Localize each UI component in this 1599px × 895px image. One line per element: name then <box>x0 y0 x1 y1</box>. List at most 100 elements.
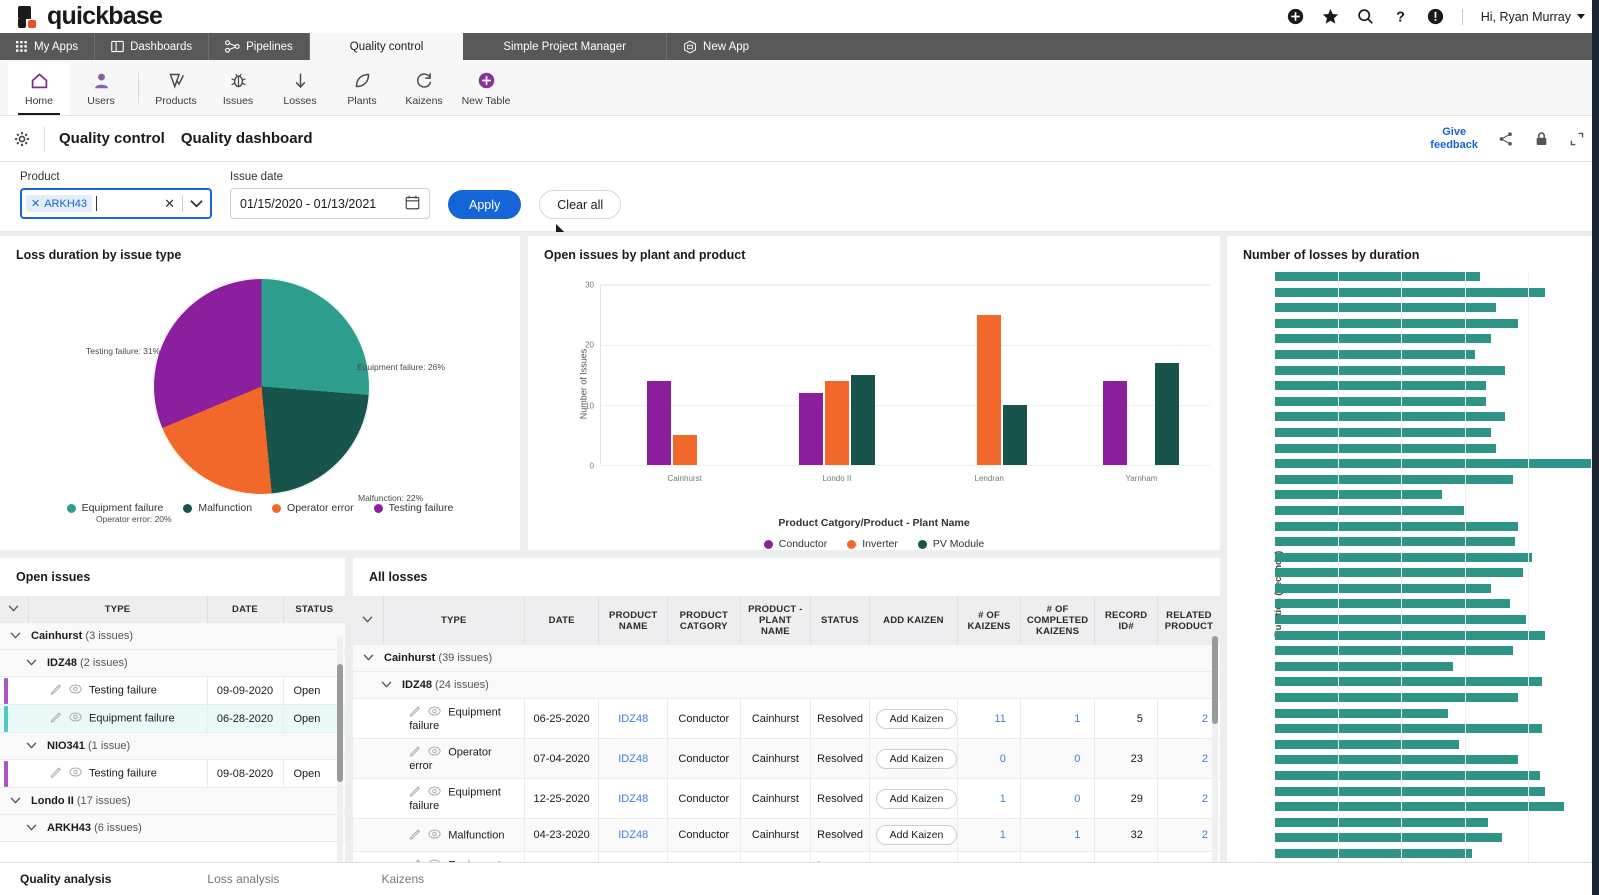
legend-item-inverter[interactable]: Inverter <box>847 538 898 550</box>
hbar-fill[interactable] <box>1275 522 1518 531</box>
bar-inverter[interactable] <box>977 315 1001 465</box>
hbar-fill[interactable] <box>1275 412 1505 421</box>
app-tab-pipelines[interactable]: Pipelines <box>209 33 310 60</box>
all-losses-col-related-product[interactable]: RELATED PRODUCT <box>1157 596 1220 645</box>
open-issues-col-status[interactable]: STATUS <box>283 596 345 623</box>
table-group-row[interactable]: Cainhurst (3 issues) <box>0 623 345 650</box>
view-icon[interactable] <box>428 785 441 800</box>
hbar-fill[interactable] <box>1275 475 1513 484</box>
expand-all-header[interactable] <box>0 596 28 623</box>
table-nav-users[interactable]: Users <box>70 63 132 115</box>
product-name-link[interactable]: IDZ48 <box>618 793 648 805</box>
hbar-fill[interactable] <box>1275 459 1591 468</box>
hbar-fill[interactable] <box>1275 818 1488 827</box>
view-icon[interactable] <box>428 828 441 843</box>
bar-conductor[interactable] <box>799 393 823 465</box>
hbar-fill[interactable] <box>1275 272 1480 281</box>
table-row[interactable]: Testing failure09-09-2020Open <box>0 677 345 705</box>
table-nav-plants[interactable]: Plants <box>331 63 393 115</box>
add-kaizen-button[interactable]: Add Kaizen <box>876 825 958 845</box>
bar-plot-area[interactable]: 0102030CainhurstLondo IILendranYarnham <box>600 284 1210 465</box>
edit-icon[interactable] <box>50 711 62 726</box>
hbar-fill[interactable] <box>1275 677 1542 686</box>
table-row[interactable]: Equipment failure06-25-2020IDZ48Conducto… <box>353 699 1220 739</box>
bar-pv-module[interactable] <box>851 375 875 465</box>
legend-item-testing-failure[interactable]: Testing failure <box>374 502 454 514</box>
footer-tab-kaizens[interactable]: Kaizens <box>299 872 444 886</box>
bar-pv-module[interactable] <box>1155 363 1179 465</box>
legend-item-malfunction[interactable]: Malfunction <box>183 502 252 514</box>
hbar-fill[interactable] <box>1275 490 1442 499</box>
hbar-fill[interactable] <box>1275 537 1515 546</box>
gear-icon[interactable] <box>14 131 30 147</box>
view-icon[interactable] <box>69 711 82 726</box>
view-icon[interactable] <box>69 683 82 698</box>
table-row[interactable]: Operator error07-04-2020IDZ48ConductorCa… <box>353 739 1220 779</box>
hbar-fill[interactable] <box>1275 646 1513 655</box>
hbar-fill[interactable] <box>1275 381 1486 390</box>
search-icon[interactable] <box>1357 8 1374 25</box>
num-completed-kaizens-link[interactable]: 0 <box>1074 793 1080 805</box>
clear-all-button[interactable]: Clear all <box>539 190 621 219</box>
hbar-fill[interactable] <box>1275 662 1453 671</box>
hbar-fill[interactable] <box>1275 397 1486 406</box>
table-group-row[interactable]: Cainhurst (39 issues) <box>353 645 1220 672</box>
add-kaizen-button[interactable]: Add Kaizen <box>876 789 958 809</box>
hbar-fill[interactable] <box>1275 709 1448 718</box>
chevron-down-icon[interactable] <box>190 195 203 213</box>
table-group-row[interactable]: Londo II (17 issues) <box>0 788 345 815</box>
hbar-fill[interactable] <box>1275 802 1564 811</box>
footer-tab-quality-analysis[interactable]: Quality analysis <box>0 872 131 886</box>
all-losses-col-product-catgory[interactable]: PRODUCT CATGORY <box>668 596 741 645</box>
hbar-fill[interactable] <box>1275 833 1502 842</box>
bar-conductor[interactable] <box>1103 381 1127 465</box>
product-name-link[interactable]: IDZ48 <box>618 713 648 725</box>
bar-conductor[interactable] <box>647 381 671 465</box>
date-range-input[interactable]: 01/15/2020 - 01/13/2021 <box>230 188 430 219</box>
alert-icon[interactable] <box>1427 8 1444 25</box>
legend-item-equipment-failure[interactable]: Equipment failure <box>67 502 164 514</box>
add-circle-icon[interactable] <box>1287 8 1304 25</box>
all-losses-col-record-id[interactable]: RECORD ID# <box>1095 596 1158 645</box>
all-losses-col-type[interactable]: TYPE <box>383 596 524 645</box>
hbar-fill[interactable] <box>1275 771 1540 780</box>
all-losses-col-add-kaizen[interactable]: ADD KAIZEN <box>869 596 958 645</box>
hbar-fill[interactable] <box>1275 288 1545 297</box>
chevron-down-icon[interactable] <box>26 740 37 752</box>
num-completed-kaizens-link[interactable]: 1 <box>1074 829 1080 841</box>
hbar-fill[interactable] <box>1275 787 1545 796</box>
table-group-row[interactable]: NIO341 (1 issue) <box>0 733 345 760</box>
edit-icon[interactable] <box>50 766 62 781</box>
num-kaizens-link[interactable]: 1 <box>1000 793 1006 805</box>
help-icon[interactable]: ? <box>1392 8 1409 25</box>
legend-item-operator-error[interactable]: Operator error <box>272 502 354 514</box>
hbar-fill[interactable] <box>1275 319 1518 328</box>
table-nav-home[interactable]: Home <box>8 63 70 115</box>
edit-icon[interactable] <box>409 745 421 760</box>
open-issues-col-date[interactable]: DATE <box>207 596 283 623</box>
all-losses-col-product-name[interactable]: PRODUCT NAME <box>599 596 668 645</box>
scrollbar-thumb[interactable] <box>1212 636 1218 724</box>
all-losses-col-num-completed-kaizens[interactable]: # OF COMPLETED KAIZENS <box>1020 596 1095 645</box>
hbar-fill[interactable] <box>1275 849 1472 858</box>
num-kaizens-link[interactable]: 11 <box>994 713 1005 725</box>
view-icon[interactable] <box>69 766 82 781</box>
bar-inverter[interactable] <box>825 381 849 465</box>
legend-item-pv-module[interactable]: PV Module <box>918 538 984 550</box>
hbar-fill[interactable] <box>1275 693 1518 702</box>
all-losses-col-product-plant-name[interactable]: PRODUCT - PLANT NAME <box>740 596 811 645</box>
all-losses-col-status[interactable]: STATUS <box>811 596 869 645</box>
table-nav-kaizens[interactable]: Kaizens <box>393 63 455 115</box>
related-product-link[interactable]: 2 <box>1202 713 1208 725</box>
edit-icon[interactable] <box>409 828 421 843</box>
hbar-plot-area[interactable] <box>1275 272 1591 879</box>
footer-tab-loss-analysis[interactable]: Loss analysis <box>131 872 299 886</box>
lock-icon[interactable] <box>1534 131 1549 147</box>
edit-icon[interactable] <box>409 705 421 720</box>
legend-item-conductor[interactable]: Conductor <box>764 538 827 550</box>
edit-icon[interactable] <box>50 683 62 698</box>
open-issues-col-type[interactable]: TYPE <box>28 596 207 623</box>
hbar-fill[interactable] <box>1275 599 1510 608</box>
add-kaizen-button[interactable]: Add Kaizen <box>876 749 958 769</box>
product-select[interactable]: ✕ ARKH43 ✕ <box>20 188 212 219</box>
